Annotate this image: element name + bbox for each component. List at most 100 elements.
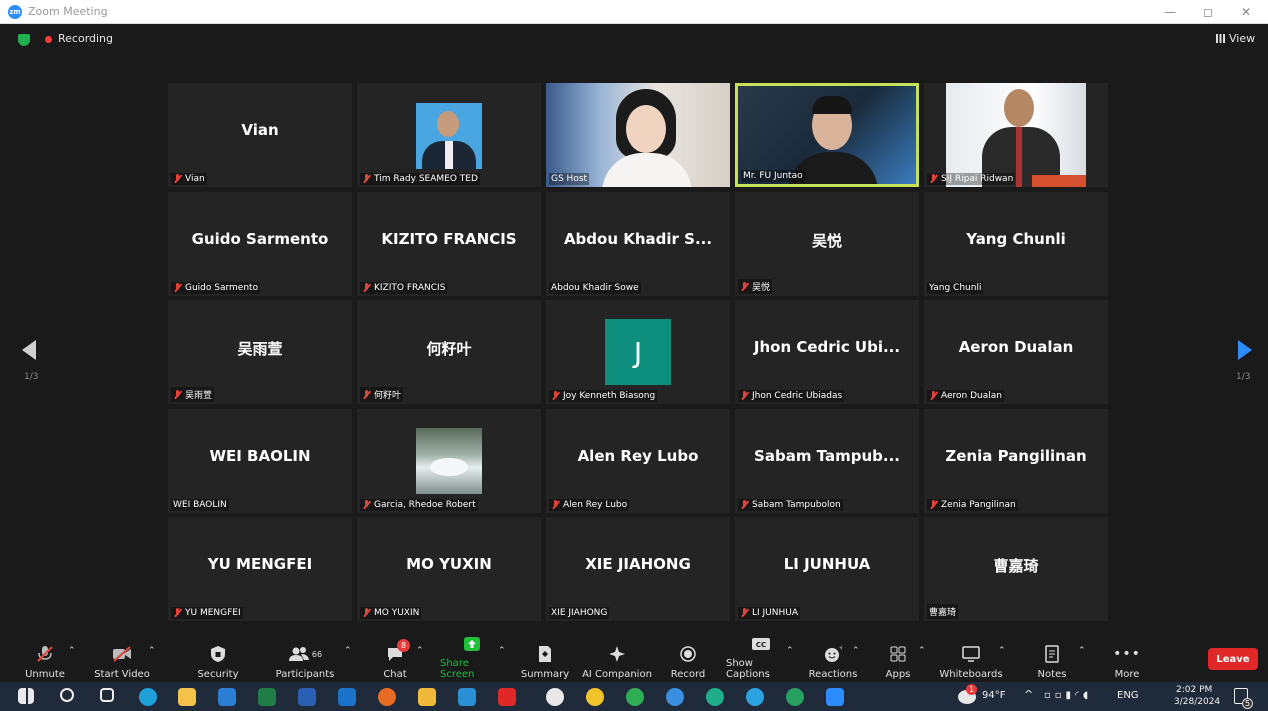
show-captions-button[interactable]: CC Show Captions (726, 636, 796, 680)
unmute-button[interactable]: Unmute (24, 636, 66, 680)
muted-microphone-icon (740, 281, 749, 292)
reactions-options-chevron-icon[interactable]: ⌃ (852, 646, 860, 656)
file-explorer-icon[interactable] (178, 688, 196, 706)
tray-chevron-icon[interactable]: ^ (1024, 688, 1033, 701)
photos-icon[interactable] (458, 688, 476, 706)
zoom-icon[interactable] (826, 688, 844, 706)
tray-system-icons[interactable]: ▫▫▮◜◖ (1044, 690, 1092, 701)
participant-tile[interactable]: 吴悦 吴悦 (735, 192, 919, 296)
outlook-icon[interactable] (338, 688, 356, 706)
participant-tile[interactable]: 何籽叶 何籽叶 (357, 300, 541, 404)
participant-tile[interactable]: GS Host (546, 83, 730, 187)
participant-tile[interactable]: Guido Sarmento Guido Sarmento (168, 192, 352, 296)
page-indicator-right: 1/3 (1236, 372, 1251, 382)
participant-tile[interactable]: Jhon Cedric Ubi... Jhon Cedric Ubiadas (735, 300, 919, 404)
excel-icon[interactable] (258, 688, 276, 706)
firefox-icon[interactable] (378, 688, 396, 706)
participant-tile[interactable]: Sabam Tampub... Sabam Tampubolon (735, 409, 919, 513)
temperature[interactable]: 94°F (982, 690, 1005, 701)
mail-icon[interactable] (218, 688, 236, 706)
video-options-chevron-icon[interactable]: ⌃ (148, 646, 156, 656)
start-video-button[interactable]: Start Video (94, 636, 150, 680)
participant-tile[interactable]: Garcia, Rhedoe Robert (357, 409, 541, 513)
youtube-icon[interactable] (498, 688, 516, 706)
maximize-button[interactable]: ◻ (1190, 0, 1226, 24)
apps-button[interactable]: Apps (880, 636, 916, 680)
search-icon[interactable] (60, 688, 74, 702)
participant-tile[interactable]: MO YUXIN MO YUXIN (357, 517, 541, 621)
ai-companion-button[interactable]: AI Companion (582, 636, 652, 680)
minimize-button[interactable]: — (1152, 0, 1188, 24)
notes-icon (1042, 645, 1062, 663)
participant-tile[interactable]: J Joy Kenneth Biasong (546, 300, 730, 404)
clock-date[interactable]: 3/28/2024 (1174, 697, 1220, 707)
participant-name: Jhon Cedric Ubi... (753, 338, 901, 356)
word-icon[interactable] (298, 688, 316, 706)
chrome-icon[interactable] (546, 688, 564, 706)
muted-microphone-icon (740, 391, 749, 401)
captions-options-chevron-icon[interactable]: ⌃ (786, 646, 794, 656)
participant-tile[interactable]: Yang Chunli Yang Chunli (924, 192, 1108, 296)
recording-indicator[interactable]: Recording (58, 32, 113, 45)
participant-label-text: SIJ Ripai Ridwan (941, 174, 1014, 184)
participants-button[interactable]: 66 Participants (274, 636, 336, 680)
participant-tile[interactable]: Alen Rey Lubo Alen Rey Lubo (546, 409, 730, 513)
security-shield-icon[interactable] (18, 34, 30, 46)
participant-tile[interactable]: KIZITO FRANCIS KIZITO FRANCIS (357, 192, 541, 296)
next-page-icon[interactable] (1238, 340, 1252, 360)
muted-microphone-icon (362, 500, 371, 510)
participant-tile[interactable]: Mr. FU Juntao (735, 83, 919, 187)
chrome-icon[interactable] (666, 688, 684, 706)
view-label: View (1229, 32, 1256, 45)
record-button[interactable]: Record (668, 636, 708, 680)
audio-options-chevron-icon[interactable]: ⌃ (68, 646, 76, 656)
participant-tile[interactable]: Zenia Pangilinan Zenia Pangilinan (924, 409, 1108, 513)
whiteboards-options-chevron-icon[interactable]: ⌃ (998, 646, 1006, 656)
chrome-icon[interactable] (706, 688, 724, 706)
folder-icon[interactable] (418, 688, 436, 706)
muted-microphone-icon (929, 391, 938, 401)
participant-tile[interactable]: Abdou Khadir S... Abdou Khadir Sowe (546, 192, 730, 296)
start-windows-icon[interactable] (18, 688, 34, 704)
chrome-icon[interactable] (786, 688, 804, 706)
security-button[interactable]: Security (196, 636, 240, 680)
edge-icon[interactable] (139, 688, 157, 706)
chat-options-chevron-icon[interactable]: ⌃ (416, 646, 424, 656)
chrome-icon[interactable] (586, 688, 604, 706)
participant-tile[interactable]: WEI BAOLIN WEI BAOLIN (168, 409, 352, 513)
participants-options-chevron-icon[interactable]: ⌃ (344, 646, 352, 656)
more-button[interactable]: ••• More (1110, 636, 1144, 680)
chrome-icon[interactable] (626, 688, 644, 706)
share-screen-button[interactable]: Share Screen (440, 636, 504, 680)
participant-tile[interactable]: Aeron Dualan Aeron Dualan (924, 300, 1108, 404)
participant-label: 吴悦 (738, 279, 773, 294)
leave-button[interactable]: Leave (1208, 648, 1258, 670)
participant-label: Vian (171, 173, 207, 185)
summary-button[interactable]: Summary (521, 636, 569, 680)
muted-microphone-icon (173, 283, 182, 293)
notes-button[interactable]: Notes (1034, 636, 1070, 680)
participant-tile[interactable]: Vian Vian (168, 83, 352, 187)
apps-options-chevron-icon[interactable]: ⌃ (918, 646, 926, 656)
reactions-button[interactable]: + Reactions (808, 636, 858, 680)
whiteboards-button[interactable]: Whiteboards (939, 636, 1003, 680)
participant-label: LI JUNHUA (738, 607, 801, 619)
share-options-chevron-icon[interactable]: ⌃ (498, 646, 506, 656)
view-button[interactable]: View (1216, 32, 1255, 45)
participant-tile[interactable]: 吴雨萱 吴雨萱 (168, 300, 352, 404)
chat-button[interactable]: 8 Chat (380, 636, 410, 680)
notes-options-chevron-icon[interactable]: ⌃ (1078, 646, 1086, 656)
previous-page-icon[interactable] (22, 340, 36, 360)
participant-tile[interactable]: Tim Rady SEAMEO TED (357, 83, 541, 187)
participant-tile[interactable]: LI JUNHUA LI JUNHUA (735, 517, 919, 621)
input-language[interactable]: ENG (1117, 690, 1139, 701)
telegram-icon[interactable] (746, 688, 764, 706)
task-view-icon[interactable] (100, 688, 114, 702)
participant-tile[interactable]: SIJ Ripai Ridwan (924, 83, 1108, 187)
participant-tile[interactable]: XIE JIAHONG XIE JIAHONG (546, 517, 730, 621)
participant-name: KIZITO FRANCIS (381, 230, 517, 248)
close-button[interactable]: ✕ (1228, 0, 1264, 24)
participant-tile[interactable]: YU MENGFEI YU MENGFEI (168, 517, 352, 621)
clock-time[interactable]: 2:02 PM (1176, 685, 1212, 695)
participant-tile[interactable]: 曹嘉琦 曹嘉琦 (924, 517, 1108, 621)
